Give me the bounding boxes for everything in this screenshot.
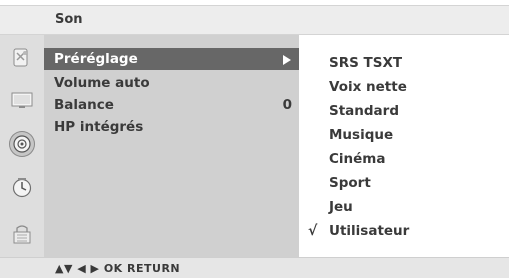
menu-icon-column xyxy=(0,35,44,257)
menu-item-prereglage[interactable]: Préréglage xyxy=(44,48,299,70)
option-srs-tsxt[interactable]: SRS TSXT xyxy=(329,55,402,71)
menu-item-label: Balance xyxy=(54,97,114,113)
option-utilisateur[interactable]: Utilisateur xyxy=(329,223,409,239)
menu-item-label: Préréglage xyxy=(54,51,138,67)
page-title: Son xyxy=(55,12,83,27)
option-voix-nette[interactable]: Voix nette xyxy=(329,79,407,95)
navigation-hint-text: ▲▼ ◀ ▶ OK RETURN xyxy=(55,262,181,275)
title-bar: Son xyxy=(0,5,509,35)
monitor-icon[interactable] xyxy=(9,87,35,113)
navigation-hint-bar: ▲▼ ◀ ▶ OK RETURN xyxy=(0,257,509,278)
option-cinema[interactable]: Cinéma xyxy=(329,151,385,167)
speaker-icon[interactable] xyxy=(9,131,35,157)
menu-item-balance[interactable]: Balance 0 xyxy=(44,94,299,116)
option-sport[interactable]: Sport xyxy=(329,175,371,191)
balance-value: 0 xyxy=(282,97,292,113)
satellite-icon[interactable] xyxy=(9,45,35,71)
menu-item-volume-auto[interactable]: Volume auto xyxy=(44,72,299,94)
submenu-arrow-icon xyxy=(283,55,291,65)
menu-item-label: HP intégrés xyxy=(54,119,144,135)
option-jeu[interactable]: Jeu xyxy=(329,199,353,215)
clock-icon[interactable] xyxy=(9,175,35,201)
preset-options-list: SRS TSXT Voix nette Standard Musique Cin… xyxy=(299,35,509,257)
menu-list: Préréglage Volume auto Balance 0 HP inté… xyxy=(44,35,299,257)
option-standard[interactable]: Standard xyxy=(329,103,399,119)
menu-item-label: Volume auto xyxy=(54,75,150,91)
menu-item-hp-integres[interactable]: HP intégrés xyxy=(44,116,299,138)
check-mark-icon: √ xyxy=(308,223,318,239)
option-musique[interactable]: Musique xyxy=(329,127,393,143)
lock-icon[interactable] xyxy=(9,221,35,247)
osd-menu-screen: Son Préréglage Volume auto Balance 0 HP … xyxy=(0,0,509,278)
